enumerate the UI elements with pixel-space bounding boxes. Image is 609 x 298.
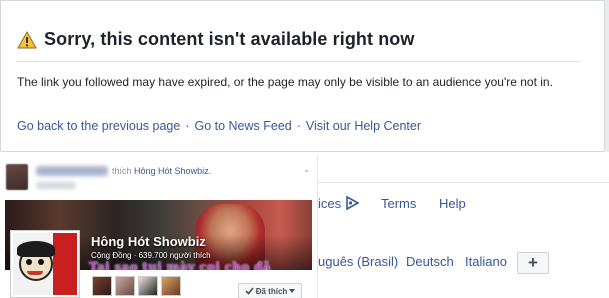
friends-who-like-thumbnails [92,276,181,296]
news-feed-link[interactable]: Go to News Feed [194,119,291,133]
post-author-name[interactable] [36,166,108,176]
error-header: Sorry, this content isn't available righ… [17,29,415,50]
page-subtitle: Cộng Đồng · 639.700 người thích [91,251,211,260]
content-unavailable-panel: Sorry, this content isn't available righ… [0,0,605,152]
profile-hair [17,241,55,257]
language-deutsch-link[interactable]: Deutsch [406,254,454,269]
friend-thumbnail[interactable] [115,276,135,296]
friend-thumbnail[interactable] [92,276,112,296]
page-name[interactable]: Hông Hót Showbiz [91,234,206,249]
error-links: Go back to the previous page · Go to New… [17,119,421,133]
link-separator: · [185,119,190,133]
error-message: The link you followed may have expired, … [17,75,553,89]
footer-divider [318,182,609,183]
liked-page-link[interactable]: Hông Hót Showbiz. [134,166,211,176]
help-link[interactable]: Help [439,196,466,211]
ad-choices-link[interactable]: ices [318,196,341,211]
link-separator: · [296,119,301,133]
add-language-button[interactable]: + [517,252,549,274]
liked-button[interactable]: Đã thích [238,283,302,298]
avatar[interactable] [6,164,28,190]
shared-page-post: thích Hông Hót Showbiz. ⌄ Hông Hót Showb… [0,156,318,298]
help-center-link[interactable]: Visit our Help Center [306,119,421,133]
friend-thumbnail[interactable] [161,276,181,296]
caret-down-icon [289,289,296,293]
friend-thumbnail[interactable] [138,276,158,296]
go-back-link[interactable]: Go back to the previous page [17,119,180,133]
check-icon [245,287,254,295]
language-portuguese-link[interactable]: uguês (Brasil) [318,254,398,269]
activity-verb: thích [112,166,132,176]
divider [17,61,580,62]
profile-cartoon-image [13,233,77,295]
profile-eye [26,259,32,265]
ad-choices-icon[interactable] [345,196,359,210]
profile-red-panel [53,233,77,295]
terms-link[interactable]: Terms [381,196,416,211]
post-timestamp [36,182,76,189]
liked-button-label: Đã thích [255,286,288,296]
chevron-down-icon[interactable]: ⌄ [303,164,311,175]
post-activity-line: thích Hông Hót Showbiz. [112,166,211,176]
warning-triangle-icon [17,30,37,48]
profile-mouth [27,271,43,275]
language-italiano-link[interactable]: Italiano [465,254,507,269]
cover-caption: Tai sao tui mày coi cho đã [89,260,271,270]
profile-eye [38,259,44,265]
error-title: Sorry, this content isn't available righ… [44,29,415,49]
page-profile-picture[interactable] [10,230,80,298]
